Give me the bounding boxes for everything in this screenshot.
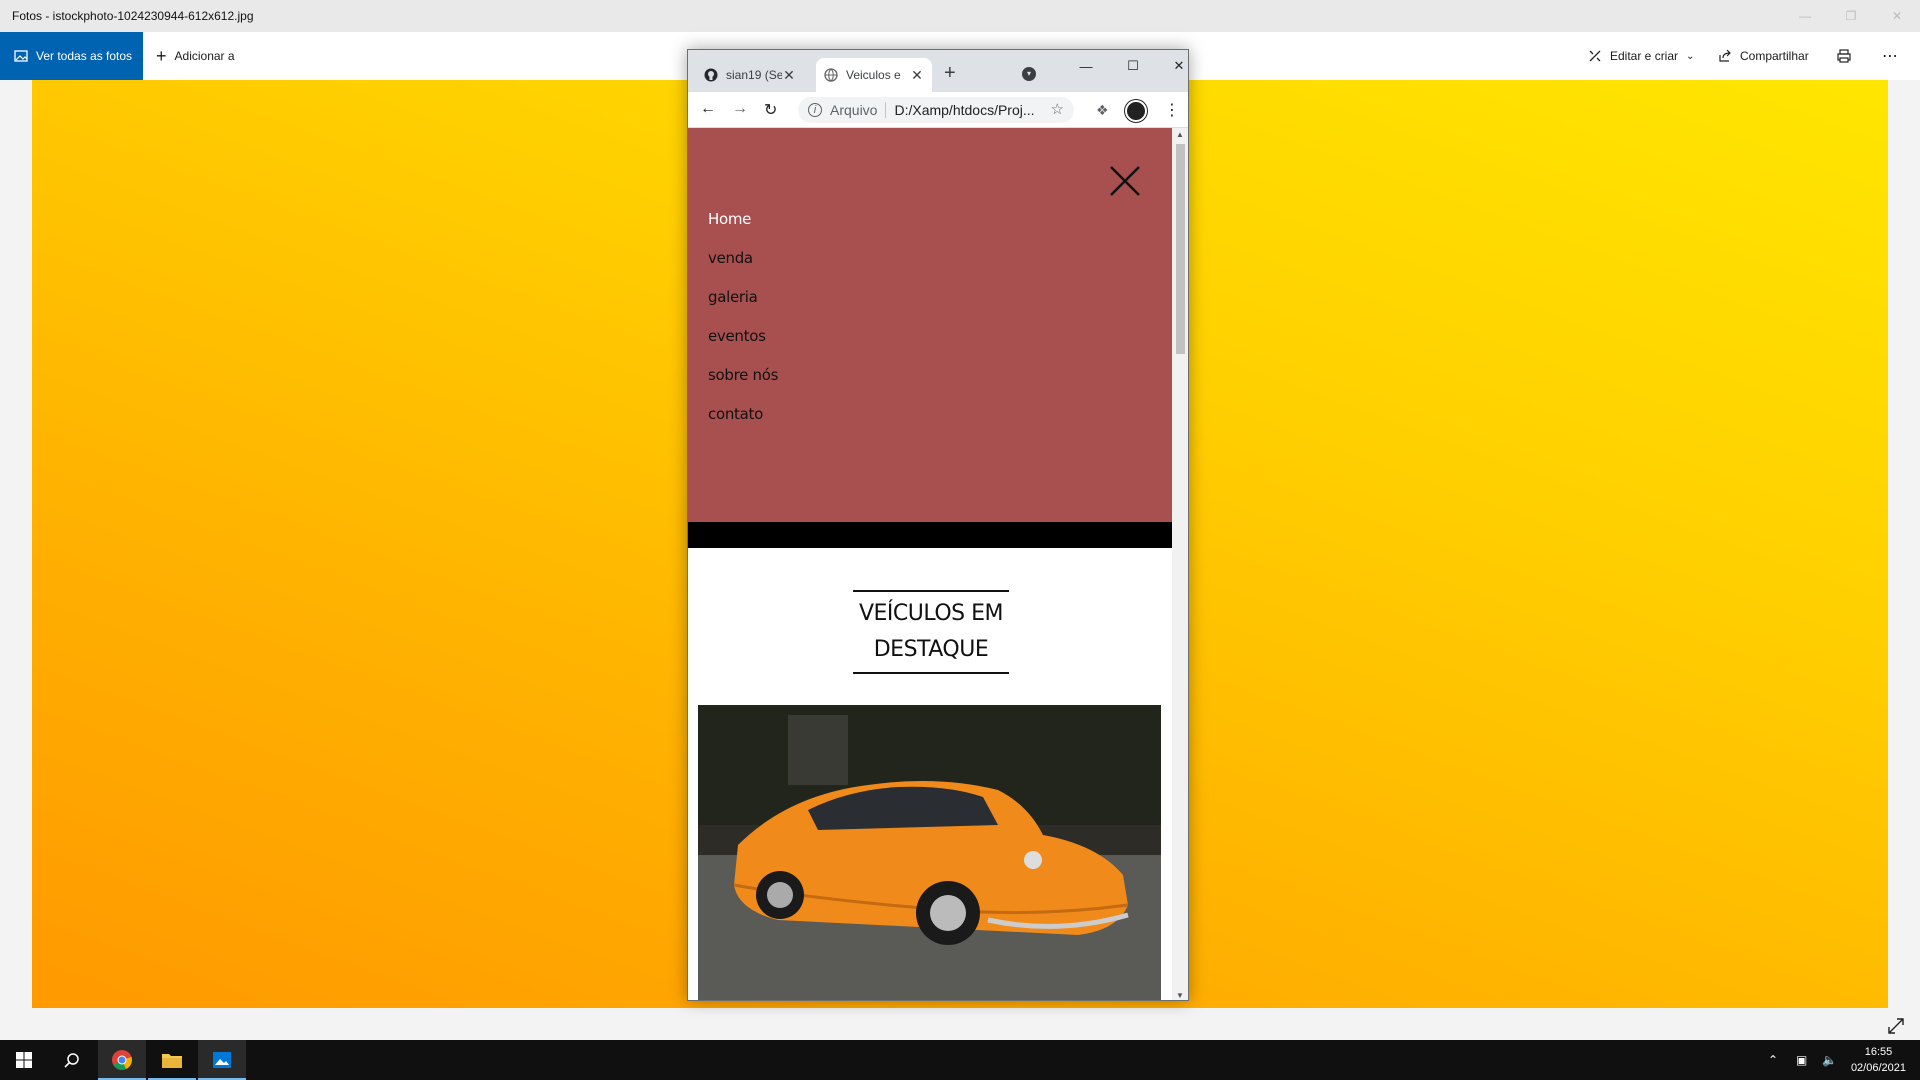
more-options-icon[interactable]: ⋯ (1882, 32, 1898, 80)
clock-time: 16:55 (1864, 1046, 1893, 1058)
nav-list: Home venda galeria eventos sobre nós con… (708, 208, 778, 442)
address-separator (885, 102, 887, 118)
tab-veiculos[interactable]: Veiculos e ✕ (816, 58, 932, 92)
chrome-taskbar-icon[interactable] (98, 1040, 146, 1080)
share-icon (1719, 49, 1731, 62)
file-explorer-icon[interactable] (148, 1040, 196, 1080)
volume-icon[interactable]: 🔈 (1822, 1040, 1837, 1080)
mobile-nav-menu: Home venda galeria eventos sobre nós con… (688, 128, 1172, 522)
page-scrollbar[interactable]: ▲ ▼ (1172, 128, 1188, 1000)
scrollbar-thumb[interactable] (1176, 144, 1185, 354)
clock-date: 02/06/2021 (1850, 1062, 1906, 1074)
tab-label: sian19 (Se (726, 68, 782, 82)
nav-item-eventos[interactable]: eventos (708, 325, 778, 364)
nav-item-sobre-nos[interactable]: sobre nós (708, 364, 778, 403)
photos-icon (14, 50, 28, 62)
photos-taskbar-icon[interactable] (198, 1040, 246, 1080)
featured-vehicles-heading: VEÍCULOS EM DESTAQUE (853, 590, 1009, 674)
restore-icon[interactable]: ❐ (1828, 0, 1874, 32)
expand-icon[interactable] (1886, 1016, 1906, 1036)
add-to-button[interactable]: + Adicionar a (156, 32, 235, 80)
photos-window-controls: — ❐ ✕ (1782, 0, 1920, 32)
print-icon (1837, 49, 1851, 63)
close-icon[interactable]: ✕ (1874, 0, 1920, 32)
page-viewport: Home venda galeria eventos sobre nós con… (688, 128, 1172, 1000)
new-tab-icon[interactable]: + (944, 62, 956, 85)
github-icon (704, 68, 718, 82)
photos-window-title: Fotos - istockphoto-1024230944-612x612.j… (12, 9, 254, 23)
windows-taskbar: ⌃ ▣ 🔈 16:55 02/06/2021 (0, 1040, 1920, 1080)
edit-icon (1589, 50, 1601, 62)
featured-car-image (698, 705, 1161, 1000)
forward-arrow-icon[interactable]: → (732, 100, 748, 118)
tab-strip: sian19 (Se ✕ Veiculos e ✕ + ▾ — ☐ ✕ (688, 50, 1188, 92)
header-black-bar (688, 522, 1172, 548)
nav-item-galeria[interactable]: galeria (708, 286, 778, 325)
edit-create-button[interactable]: Editar e criar ⌄ (1588, 32, 1694, 80)
view-all-photos-button[interactable]: Ver todas as fotos (0, 32, 143, 80)
chrome-window: sian19 (Se ✕ Veiculos e ✕ + ▾ — ☐ ✕ ← → … (687, 49, 1189, 1001)
orange-car-photo (698, 705, 1161, 1000)
browser-toolbar: ← → ↻ i Arquivo D:/Xamp/htdocs/Proj... ☆… (688, 92, 1188, 128)
maximize-icon[interactable]: ☐ (1118, 56, 1148, 76)
nav-item-contato[interactable]: contato (708, 403, 778, 442)
chrome-menu-icon[interactable]: ⋮ (1164, 100, 1180, 120)
chevron-down-icon: ⌄ (1686, 50, 1695, 62)
windows-start-icon[interactable] (0, 1040, 48, 1080)
tab-label: Veiculos e (846, 68, 901, 82)
scroll-up-icon[interactable]: ▲ (1176, 130, 1184, 139)
close-tab-icon[interactable]: ✕ (910, 67, 924, 84)
close-icon[interactable]: ✕ (1164, 56, 1188, 76)
nav-item-venda[interactable]: venda (708, 247, 778, 286)
share-label: Compartilhar (1740, 49, 1809, 63)
view-all-photos-label: Ver todas as fotos (36, 49, 133, 63)
close-tab-icon[interactable]: ✕ (782, 67, 796, 84)
extensions-puzzle-icon[interactable]: ❖ (1096, 102, 1109, 119)
back-arrow-icon[interactable]: ← (700, 100, 716, 118)
bookmark-star-icon[interactable]: ☆ (1051, 100, 1064, 118)
tab-github[interactable]: sian19 (Se ✕ (696, 58, 804, 92)
profile-avatar[interactable] (1125, 100, 1147, 122)
nav-item-home[interactable]: Home (708, 208, 778, 247)
print-button[interactable] (1836, 32, 1852, 80)
plus-icon: + (156, 45, 167, 66)
scheme-label: Arquivo (830, 102, 878, 118)
address-bar[interactable]: i Arquivo D:/Xamp/htdocs/Proj... ☆ (798, 97, 1074, 123)
info-icon[interactable]: i (808, 103, 822, 117)
search-icon[interactable] (48, 1040, 96, 1080)
edit-create-label: Editar e criar (1610, 49, 1679, 63)
system-clock[interactable]: 16:55 02/06/2021 (1851, 1044, 1906, 1076)
globe-icon (824, 68, 838, 82)
tab-search-icon[interactable]: ▾ (1022, 67, 1036, 81)
url-text: D:/Xamp/htdocs/Proj... (894, 102, 1035, 118)
photos-title-bar: Fotos - istockphoto-1024230944-612x612.j… (0, 0, 1920, 32)
share-button[interactable]: Compartilhar (1718, 32, 1809, 80)
close-menu-icon[interactable] (1108, 164, 1142, 198)
reload-icon[interactable]: ↻ (764, 100, 777, 120)
show-hidden-icons-icon[interactable]: ⌃ (1768, 1040, 1778, 1080)
scroll-down-icon[interactable]: ▼ (1176, 991, 1184, 1000)
add-to-label: Adicionar a (174, 49, 235, 63)
minimize-icon[interactable]: — (1782, 0, 1828, 32)
minimize-icon[interactable]: — (1071, 56, 1101, 76)
network-icon[interactable]: ▣ (1796, 1040, 1807, 1080)
